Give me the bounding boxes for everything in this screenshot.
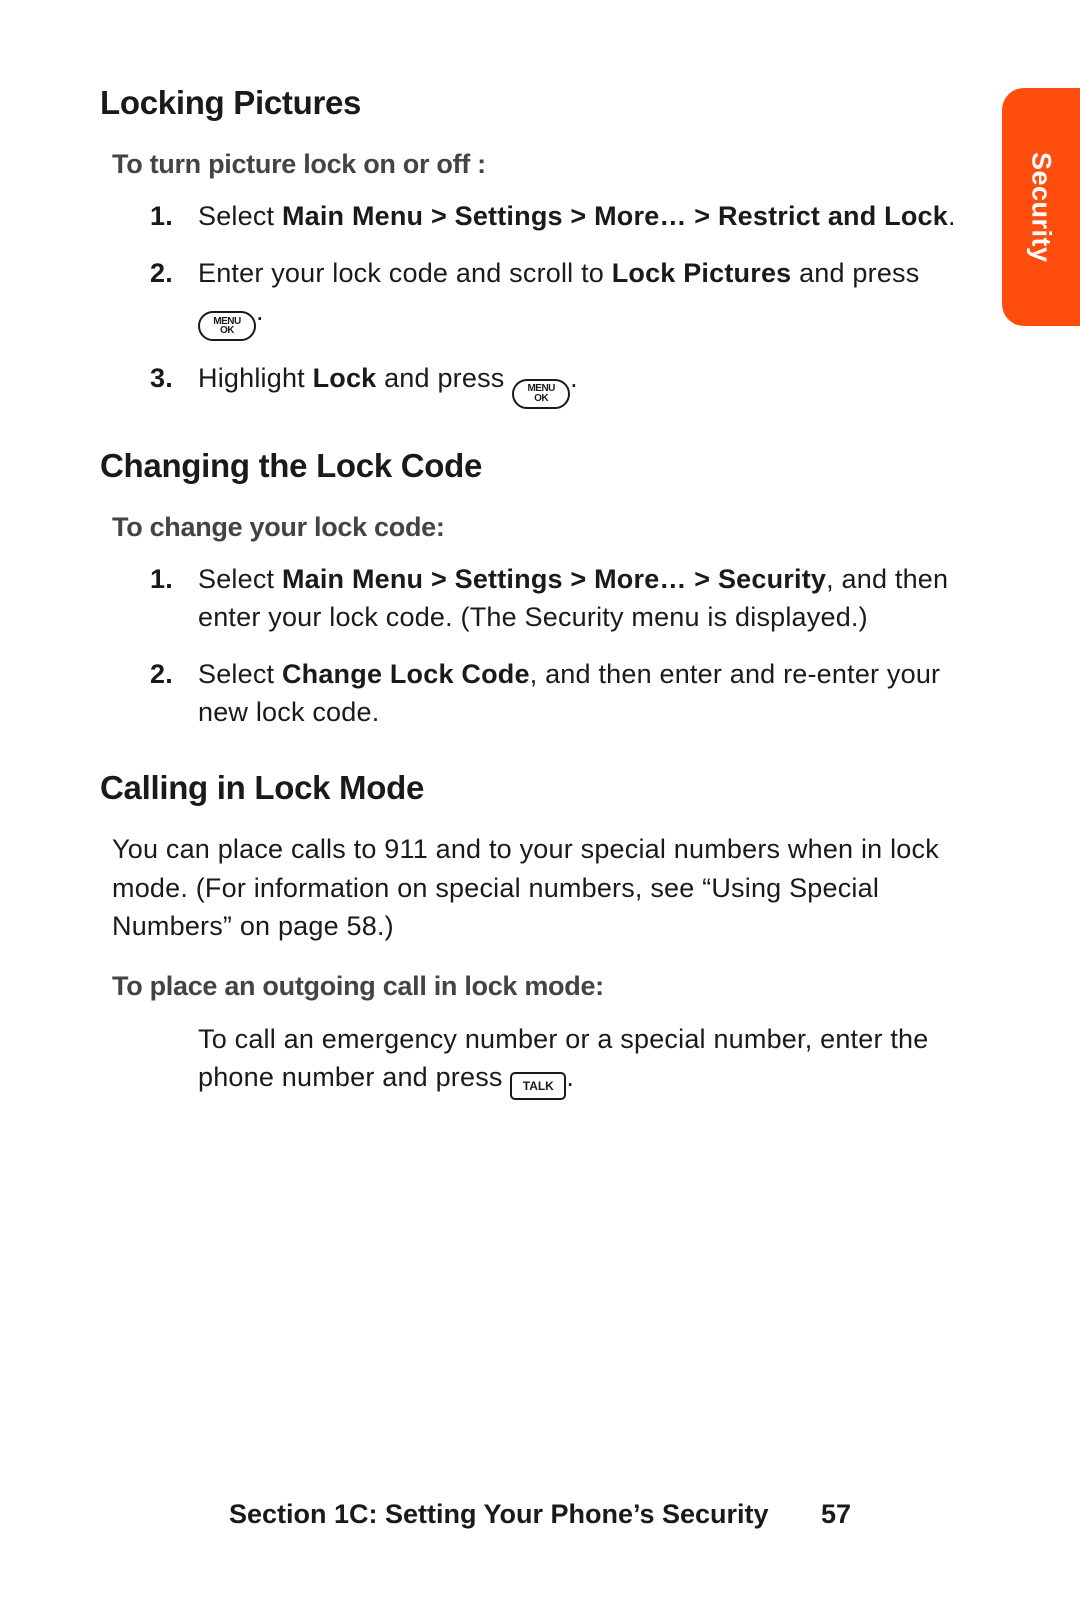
menu-path: Main Menu > Settings > More… > Restrict … — [282, 201, 948, 231]
subheading: To change your lock code: — [112, 508, 970, 546]
step-item: 2. Enter your lock code and scroll to Lo… — [100, 254, 970, 342]
step-body: To call an emergency number or a special… — [198, 1020, 970, 1100]
bold-text: Lock — [313, 363, 377, 393]
text: . — [948, 201, 956, 231]
talk-key-icon: TALK — [510, 1072, 566, 1100]
text: Highlight — [198, 363, 313, 393]
footer-section-title: Section 1C: Setting Your Phone’s Securit… — [229, 1499, 769, 1529]
step-item: 2. Select Change Lock Code, and then ent… — [100, 655, 970, 732]
steps-list: 1. Select Main Menu > Settings > More… >… — [100, 197, 970, 409]
text: . — [570, 363, 578, 393]
step-body: Select Change Lock Code, and then enter … — [198, 655, 970, 732]
step-number: 1. — [150, 560, 198, 598]
heading-calling-lock-mode: Calling in Lock Mode — [100, 765, 970, 812]
key-line: OK — [534, 394, 548, 404]
step-item: 1. Select Main Menu > Settings > More… >… — [100, 560, 970, 637]
text: Select — [198, 659, 282, 689]
menu-ok-key-icon: MENUOK — [512, 379, 570, 409]
menu-path: Main Menu > Settings > More… > Security — [282, 564, 826, 594]
step-body: Select Main Menu > Settings > More… > Re… — [198, 197, 970, 235]
paragraph: You can place calls to 911 and to your s… — [112, 830, 970, 945]
step-item: 1. Select Main Menu > Settings > More… >… — [100, 197, 970, 235]
side-tab-label: Security — [1026, 152, 1057, 263]
step-number: 2. — [150, 254, 198, 292]
text: Select — [198, 564, 282, 594]
bold-text: Lock Pictures — [612, 258, 792, 288]
steps-list: 1. Select Main Menu > Settings > More… >… — [100, 560, 970, 731]
text: and press — [791, 258, 919, 288]
subheading: To place an outgoing call in lock mode: — [112, 967, 970, 1005]
text: Select — [198, 201, 282, 231]
step-item: 3. Highlight Lock and press MENUOK. — [100, 359, 970, 409]
menu-ok-key-icon: MENUOK — [198, 311, 256, 341]
subheading: To turn picture lock on or off : — [112, 145, 970, 183]
heading-changing-lock-code: Changing the Lock Code — [100, 443, 970, 490]
text: Enter your lock code and scroll to — [198, 258, 612, 288]
page-content: Locking Pictures To turn picture lock on… — [0, 0, 1080, 1100]
step-number: 2. — [150, 655, 198, 693]
step-number: 3. — [150, 359, 198, 397]
heading-locking-pictures: Locking Pictures — [100, 80, 970, 127]
text: and press — [376, 363, 512, 393]
step-body: Enter your lock code and scroll to Lock … — [198, 254, 970, 342]
side-tab-security: Security — [1002, 88, 1080, 326]
bold-text: Change Lock Code — [282, 659, 530, 689]
step-body: Highlight Lock and press MENUOK. — [198, 359, 970, 409]
page-number: 57 — [821, 1499, 851, 1529]
text: . — [566, 1062, 574, 1092]
step-body: Select Main Menu > Settings > More… > Se… — [198, 560, 970, 637]
key-line: OK — [220, 326, 234, 336]
step-number: 1. — [150, 197, 198, 235]
text: . — [256, 296, 264, 326]
page-footer: Section 1C: Setting Your Phone’s Securit… — [0, 1499, 1080, 1530]
